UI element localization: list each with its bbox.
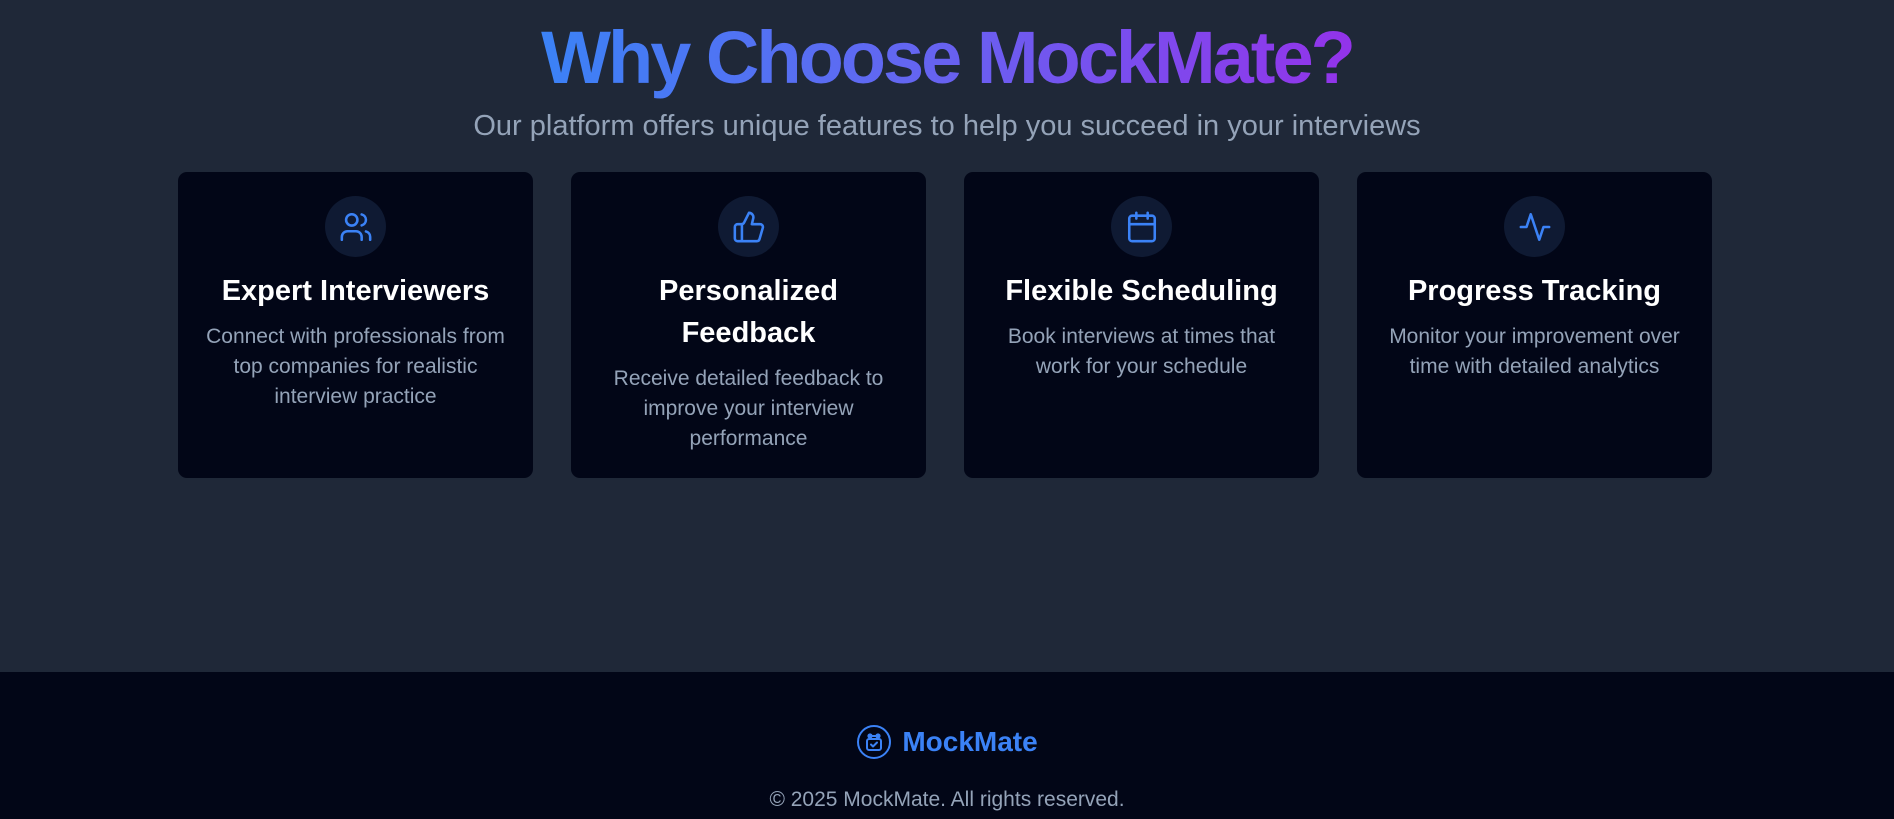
- robot-icon: [857, 725, 892, 759]
- footer-brand[interactable]: MockMate: [0, 724, 1894, 760]
- activity-icon: [1504, 196, 1565, 257]
- features-section: Why Choose MockMate? Our platform offers…: [0, 0, 1894, 672]
- feature-description: Monitor your improvement over time with …: [1389, 325, 1680, 378]
- feature-card-flexible-scheduling: Flexible Scheduling Book interviews at t…: [964, 172, 1319, 478]
- users-icon: [325, 196, 386, 257]
- feature-description: Book interviews at times that work for y…: [1007, 325, 1276, 378]
- footer: MockMate © 2025 MockMate. All rights res…: [0, 672, 1894, 819]
- feature-title: Progress Tracking: [1407, 275, 1662, 307]
- section-title: Why Choose MockMate?: [541, 16, 1356, 99]
- thumbs-up-icon: [718, 196, 779, 257]
- feature-title: Personalized Feedback: [659, 275, 838, 349]
- feature-card-expert-interviewers: Expert Interviewers Connect with profess…: [178, 172, 533, 478]
- section-subtitle: Our platform offers unique features to h…: [473, 110, 1421, 142]
- calendar-icon: [1111, 196, 1172, 257]
- feature-title: Expert Interviewers: [221, 275, 490, 307]
- feature-card-progress-tracking: Progress Tracking Monitor your improveme…: [1357, 172, 1712, 478]
- feature-description: Connect with professionals from top comp…: [206, 325, 505, 408]
- brand-name: MockMate: [902, 726, 1038, 757]
- copyright-text: © 2025 MockMate. All rights reserved.: [769, 788, 1125, 811]
- feature-description: Receive detailed feedback to improve you…: [613, 367, 884, 450]
- feature-card-personalized-feedback: Personalized Feedback Receive detailed f…: [571, 172, 926, 478]
- feature-title: Flexible Scheduling: [1005, 275, 1278, 307]
